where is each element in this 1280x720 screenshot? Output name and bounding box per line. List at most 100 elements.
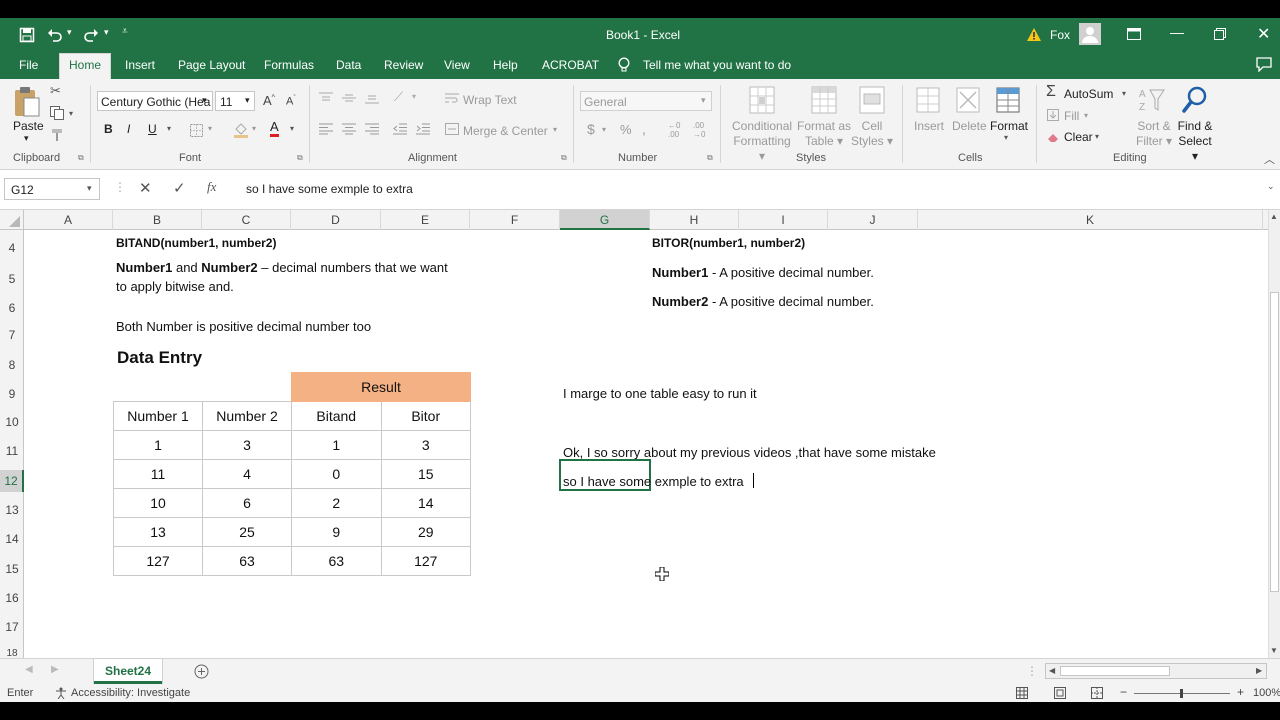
fill-button[interactable]: Fill — [1064, 109, 1079, 123]
row-header-12[interactable]: 12 — [0, 470, 24, 492]
column-header-k[interactable]: K — [918, 210, 1263, 230]
row-header-15[interactable]: 15 — [0, 562, 24, 576]
cell-b7-note[interactable]: Both Number is positive decimal number t… — [116, 319, 371, 334]
column-header-g[interactable]: G — [560, 210, 650, 230]
zoom-out-icon[interactable]: − — [1120, 685, 1127, 699]
table-cell[interactable]: 127 — [113, 546, 203, 576]
tab-review[interactable]: Review — [384, 58, 423, 72]
orientation-icon[interactable]: ⟋ — [394, 89, 403, 105]
font-color-icon[interactable]: A — [270, 120, 279, 137]
orientation-dropdown-icon[interactable]: ▾ — [412, 92, 416, 101]
prev-sheet-icon[interactable]: ◀ — [25, 664, 33, 675]
user-name[interactable]: Fox — [1050, 28, 1070, 42]
underline-dropdown-icon[interactable]: ▾ — [167, 124, 171, 133]
clear-button[interactable]: Clear — [1064, 130, 1093, 144]
number-launcher-icon[interactable]: ⧉ — [707, 153, 713, 163]
zoom-level[interactable]: 100% — [1253, 687, 1280, 699]
column-header-h[interactable]: H — [650, 210, 739, 230]
row-header-9[interactable]: 9 — [0, 387, 24, 401]
tab-insert[interactable]: Insert — [125, 58, 155, 72]
redo-dropdown-icon[interactable]: ▾ — [104, 27, 109, 38]
result-header[interactable]: Result — [291, 372, 471, 402]
wrap-text-icon[interactable] — [444, 91, 460, 105]
name-box[interactable]: G12 ▾ — [4, 178, 100, 200]
paste-icon[interactable] — [12, 85, 42, 119]
insert-cells-icon[interactable] — [914, 85, 942, 115]
insert-function-icon[interactable]: fx — [207, 179, 216, 195]
font-name-dropdown-icon[interactable]: ▾ — [202, 95, 207, 106]
table-cell[interactable]: 9 — [291, 517, 382, 547]
row-header-17[interactable]: 17 — [0, 620, 24, 634]
worksheet-grid[interactable]: BITAND(number1, number2) Number1 and Num… — [24, 230, 1268, 658]
accessibility-icon[interactable] — [54, 686, 68, 700]
merge-dropdown-icon[interactable]: ▾ — [553, 125, 557, 134]
paste-button[interactable]: Paste — [13, 119, 44, 133]
percent-icon[interactable]: % — [620, 122, 632, 137]
column-header-f[interactable]: F — [470, 210, 560, 230]
format-cells-button[interactable]: Format — [990, 119, 1028, 133]
confirm-entry-icon[interactable]: ✓ — [173, 179, 186, 197]
row-header-4[interactable]: 4 — [0, 241, 24, 255]
cancel-entry-icon[interactable]: ✕ — [139, 179, 152, 197]
row-header-6[interactable]: 6 — [0, 301, 24, 315]
save-icon[interactable] — [18, 26, 36, 44]
format-as-table-button[interactable]: Format as Table ▾ — [796, 119, 852, 149]
zoom-slider-thumb[interactable] — [1180, 689, 1183, 698]
customize-qat-icon[interactable]: ⩡ — [122, 26, 128, 37]
comma-style-icon[interactable]: , — [642, 121, 646, 137]
table-cell[interactable]: 15 — [380, 459, 471, 489]
increase-decimal-icon[interactable]: ←0.00 — [668, 121, 680, 139]
table-cell[interactable]: 11 — [113, 459, 203, 489]
horizontal-scroll-thumb[interactable] — [1060, 666, 1170, 676]
copy-dropdown-icon[interactable]: ▾ — [69, 109, 73, 118]
decrease-decimal-icon[interactable]: .00 →0 — [693, 121, 705, 139]
font-size-dropdown-icon[interactable]: ▾ — [245, 95, 250, 106]
column-header-e[interactable]: E — [381, 210, 470, 230]
decrease-font-icon[interactable]: Aˇ — [286, 95, 296, 108]
bold-icon[interactable]: B — [104, 122, 113, 136]
autosum-icon[interactable]: Σ — [1046, 83, 1056, 101]
find-select-icon[interactable] — [1180, 84, 1210, 116]
number-format-dropdown-icon[interactable]: ▾ — [701, 95, 706, 106]
next-sheet-icon[interactable]: ▶ — [51, 664, 59, 675]
cell-g4-bitor-syntax[interactable]: BITOR(number1, number2) — [652, 236, 805, 250]
delete-cells-button[interactable]: Delete — [952, 119, 987, 133]
avatar[interactable] — [1079, 23, 1101, 45]
increase-font-icon[interactable]: A^ — [263, 93, 275, 108]
sheet-tab-sheet24[interactable]: Sheet24 — [94, 659, 162, 684]
table-cell[interactable]: 63 — [202, 546, 292, 576]
table-cell[interactable]: 25 — [202, 517, 292, 547]
autosum-dropdown-icon[interactable]: ▾ — [1122, 89, 1126, 98]
cell-styles-icon[interactable] — [858, 85, 886, 115]
scroll-down-icon[interactable]: ▼ — [1270, 646, 1278, 655]
insert-cells-button[interactable]: Insert — [914, 119, 944, 133]
close-icon[interactable]: ✕ — [1257, 24, 1270, 44]
align-right-icon[interactable] — [364, 122, 380, 136]
row-header-10[interactable]: 10 — [0, 415, 24, 429]
delete-cells-icon[interactable] — [954, 85, 982, 115]
warning-icon[interactable] — [1026, 26, 1042, 42]
header-bitor[interactable]: Bitor — [380, 401, 471, 431]
table-cell[interactable]: 1 — [113, 430, 203, 460]
font-size-box[interactable]: 11 ▾ — [215, 91, 255, 111]
row-header-11[interactable]: 11 — [0, 444, 24, 458]
format-as-table-icon[interactable] — [810, 85, 838, 115]
clear-dropdown-icon[interactable]: ▾ — [1095, 132, 1099, 141]
decrease-indent-icon[interactable] — [392, 122, 408, 136]
redo-icon[interactable] — [82, 26, 100, 44]
font-name-box[interactable]: Century Gothic (Hea ▾ — [97, 91, 213, 111]
collapse-ribbon-icon[interactable]: ︿ — [1264, 151, 1275, 167]
header-number-2[interactable]: Number 2 — [202, 401, 292, 431]
tab-acrobat[interactable]: ACROBAT — [542, 58, 599, 72]
clipboard-launcher-icon[interactable]: ⧉ — [78, 153, 84, 163]
find-select-button[interactable]: Find & Select ▾ — [1174, 119, 1216, 164]
cell-g5-number1-desc[interactable]: Number1 - A positive decimal number. — [652, 265, 874, 280]
tab-file[interactable]: File — [19, 58, 38, 72]
table-cell[interactable]: 3 — [202, 430, 292, 460]
align-left-icon[interactable] — [318, 122, 334, 136]
undo-dropdown-icon[interactable]: ▾ — [67, 27, 72, 38]
name-box-dropdown-icon[interactable]: ▾ — [87, 183, 92, 194]
column-header-a[interactable]: A — [24, 210, 113, 230]
horizontal-scrollbar[interactable]: ◀ ▶ — [1045, 663, 1267, 679]
page-break-view-icon[interactable] — [1090, 686, 1104, 700]
